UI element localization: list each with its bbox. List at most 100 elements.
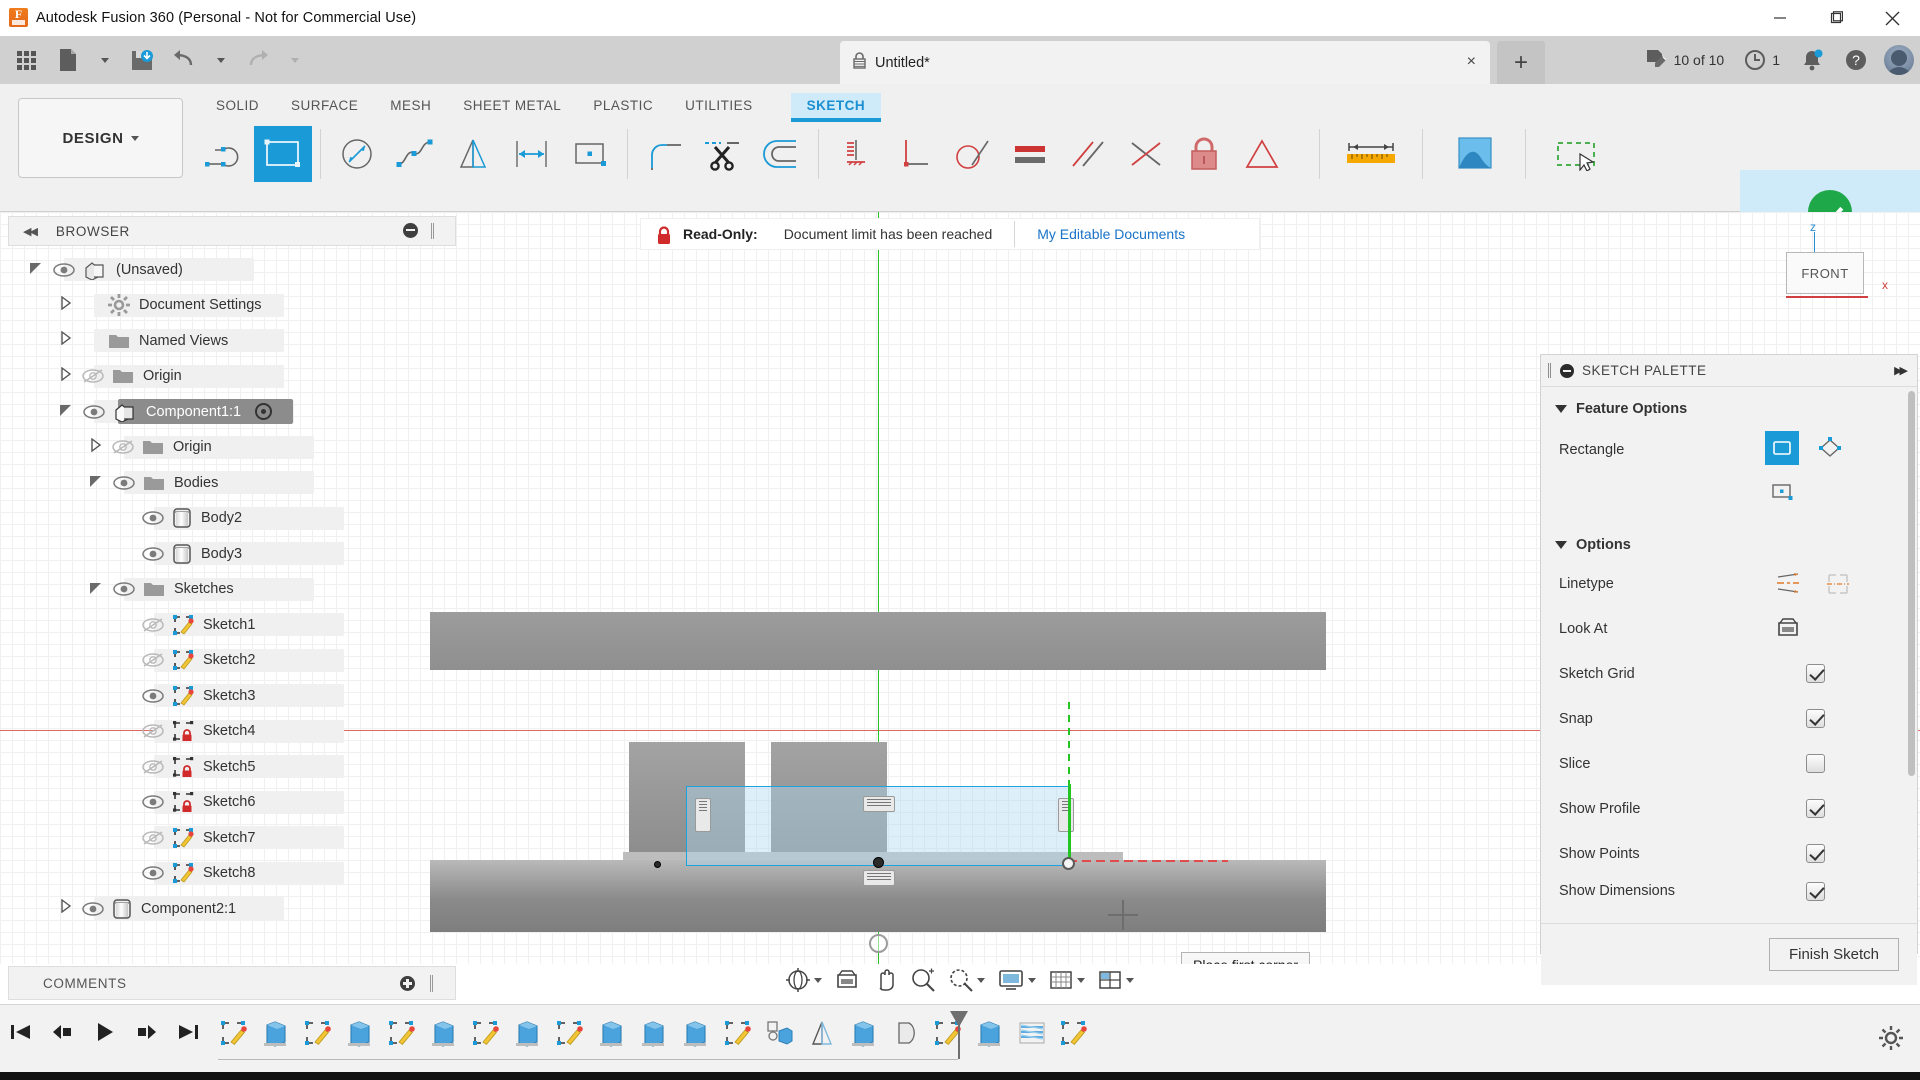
browser-tree-row[interactable]: Sketch6 [8, 785, 456, 821]
collapse-left-icon[interactable]: ◀◀ [23, 225, 38, 238]
snap-checkbox[interactable] [1806, 709, 1825, 728]
activate-component-radio[interactable] [255, 403, 273, 421]
offset-tool[interactable] [503, 126, 561, 182]
browser-collapse-button[interactable] [403, 223, 418, 238]
midpoint-constraint[interactable] [1117, 126, 1175, 182]
show-profile-checkbox[interactable] [1806, 799, 1825, 818]
sketch-point-corner[interactable] [1062, 857, 1075, 870]
visibility-toggle-icon[interactable] [142, 511, 164, 525]
visibility-toggle-icon[interactable] [142, 689, 164, 703]
view-cube-front-face[interactable]: FRONT [1786, 252, 1864, 294]
rectangular-pattern-tool[interactable] [561, 126, 619, 182]
timeline-feature-extrude-feature[interactable] [971, 1013, 1009, 1053]
tab-surface[interactable]: SURFACE [275, 93, 374, 119]
workspace-switcher[interactable]: DESIGN [18, 98, 183, 178]
timeline-feature-extrude-feature[interactable] [341, 1013, 379, 1053]
circle-tool[interactable] [329, 126, 387, 182]
section-options[interactable]: Options [1541, 517, 1917, 561]
two-point-rectangle-button[interactable] [1765, 431, 1799, 465]
dimension-badge-bottom[interactable] [863, 870, 895, 886]
minimize-button[interactable] [1752, 0, 1808, 36]
dimension-badge-right[interactable] [1058, 798, 1074, 832]
expander-expand-icon[interactable] [60, 366, 72, 386]
jump-to-end-button[interactable] [176, 1019, 202, 1045]
browser-tree-row[interactable]: Origin [8, 430, 456, 466]
add-comment-button[interactable] [400, 976, 415, 991]
timeline-feature-extrude-feature[interactable] [509, 1013, 547, 1053]
look-at-button[interactable] [1771, 611, 1805, 645]
dimension-badge-left[interactable] [695, 798, 711, 832]
minimize-icon[interactable] [1560, 363, 1574, 378]
editable-documents-link[interactable]: My Editable Documents [1037, 226, 1185, 242]
pan-tool[interactable] [867, 961, 903, 999]
visibility-toggle-icon[interactable] [142, 831, 164, 845]
browser-resize-grip[interactable] [431, 223, 434, 239]
visibility-toggle-icon[interactable] [142, 866, 164, 880]
sketch-point-origin[interactable] [873, 857, 884, 868]
expander-collapse-icon[interactable] [30, 263, 41, 275]
visibility-toggle-icon[interactable] [82, 902, 104, 916]
tab-sheet-metal[interactable]: SHEET METAL [447, 93, 577, 119]
timeline-feature-mirror-feature[interactable] [803, 1013, 841, 1053]
rectangle-tool[interactable] [254, 126, 312, 182]
lock-constraint[interactable] [1175, 126, 1233, 182]
three-point-rectangle-button[interactable] [1813, 431, 1847, 465]
timeline-feature-sketch-feature[interactable] [299, 1013, 337, 1053]
timeline-feature-component-feature[interactable] [761, 1013, 799, 1053]
browser-tree-row[interactable]: Sketch2 [8, 643, 456, 679]
step-forward-button[interactable] [134, 1019, 160, 1045]
orbit-tool[interactable] [780, 961, 827, 999]
save-icon[interactable] [122, 40, 162, 80]
sketch-grid-checkbox[interactable] [1806, 664, 1825, 683]
timeline-feature-extrude-feature[interactable] [425, 1013, 463, 1053]
comments-panel[interactable]: COMMENTS [8, 966, 456, 1000]
timeline-feature-extrude-feature[interactable] [593, 1013, 631, 1053]
browser-tree-row[interactable]: Sketches [8, 572, 456, 608]
show-dimensions-checkbox[interactable] [1806, 881, 1825, 901]
browser-tree-row[interactable]: Sketch5 [8, 749, 456, 785]
help-button[interactable]: ? [1836, 40, 1876, 80]
dimension-badge-top[interactable] [863, 796, 895, 812]
visibility-toggle-icon[interactable] [112, 440, 134, 454]
parallel-constraint[interactable] [1059, 126, 1117, 182]
insert-image-tool[interactable] [1431, 126, 1517, 182]
tangent-constraint[interactable] [943, 126, 1001, 182]
display-settings[interactable] [992, 961, 1041, 999]
visibility-toggle-icon[interactable] [142, 724, 164, 738]
trim-tool[interactable] [694, 126, 752, 182]
undo-icon[interactable] [164, 40, 204, 80]
mirror-tool[interactable] [445, 126, 503, 182]
visibility-toggle-icon[interactable] [142, 760, 164, 774]
timeline-feature-extrude-feature[interactable] [845, 1013, 883, 1053]
close-button[interactable] [1864, 0, 1920, 36]
user-avatar[interactable] [1884, 45, 1914, 75]
origin-marker[interactable] [869, 934, 888, 953]
job-status-indicator[interactable]: 1 [1736, 40, 1788, 80]
tab-utilities[interactable]: UTILITIES [669, 93, 769, 119]
sketch-point-small[interactable] [654, 861, 661, 868]
timeline-feature-sketch-feature[interactable] [551, 1013, 589, 1053]
window-select-tool[interactable] [1534, 126, 1620, 182]
timeline-feature-sketch-feature[interactable] [215, 1013, 253, 1053]
spline-tool[interactable] [387, 126, 445, 182]
browser-tree-row[interactable]: Sketch8 [8, 856, 456, 892]
timeline-feature-sketch-feature[interactable] [1055, 1013, 1093, 1053]
zoom-tool[interactable] [905, 961, 941, 999]
expander-expand-icon[interactable] [60, 898, 72, 918]
visibility-toggle-icon[interactable] [83, 405, 105, 419]
show-points-checkbox[interactable] [1806, 844, 1825, 863]
tab-plastic[interactable]: PLASTIC [577, 93, 669, 119]
browser-tree-row[interactable]: Sketch4 [8, 714, 456, 750]
timeline-feature-sketch-feature[interactable] [383, 1013, 421, 1053]
centerline-linetype-button[interactable] [1821, 566, 1855, 600]
expander-expand-icon[interactable] [60, 330, 72, 350]
visibility-toggle-icon[interactable] [142, 795, 164, 809]
timeline-feature-extrude-feature[interactable] [677, 1013, 715, 1053]
new-document-dropdown[interactable] [90, 40, 120, 80]
browser-tree-row[interactable]: Sketch3 [8, 678, 456, 714]
visibility-toggle-icon[interactable] [82, 369, 104, 383]
section-feature-options[interactable]: Feature Options [1541, 387, 1917, 425]
timeline-feature-extrude-feature[interactable] [257, 1013, 295, 1053]
comments-resize-grip[interactable] [430, 975, 433, 992]
visibility-toggle-icon[interactable] [113, 476, 135, 490]
